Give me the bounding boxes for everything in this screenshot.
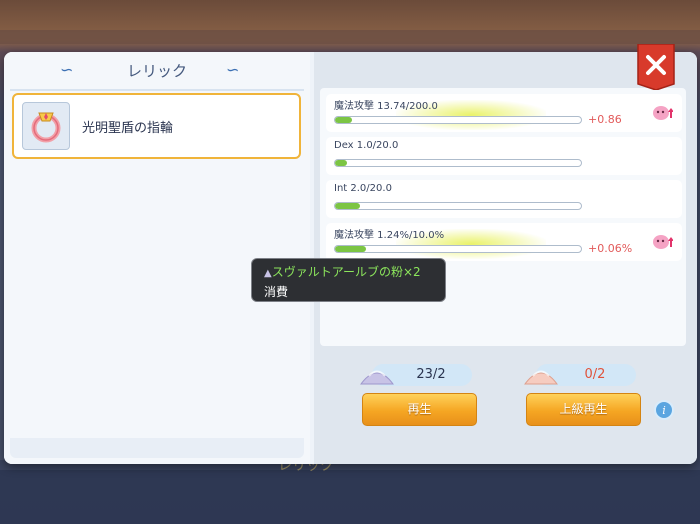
- tooltip-item-name: スヴァルトアールブの粉×2: [271, 265, 421, 279]
- stat-progress-fill: [335, 203, 360, 209]
- tooltip-action: 消費: [264, 285, 289, 299]
- stat-row: 魔法攻撃 13.74/200.0 +0.86: [326, 94, 682, 132]
- stat-progress-fill: [335, 160, 348, 166]
- stat-progress-bar: [334, 116, 582, 124]
- panel-header: ∽ レリック ∽: [4, 52, 310, 88]
- currency-pink: 0/2: [522, 364, 636, 386]
- header-divider: [10, 89, 304, 91]
- currency-blue: 23/2: [358, 364, 472, 386]
- stat-progress-fill: [335, 246, 366, 252]
- powder-icon: ▲: [264, 268, 272, 279]
- list-footer: [10, 438, 304, 458]
- regen-button[interactable]: 再生: [362, 393, 477, 426]
- currency-value: 0/2: [584, 367, 606, 382]
- stat-delta: +0.86: [588, 113, 622, 126]
- relic-name: 光明聖盾の指輪: [82, 121, 174, 136]
- item-tooltip: ▲スヴァルトアールブの粉×2 消費: [251, 258, 446, 302]
- currency-value: 23/2: [416, 367, 446, 382]
- upgrade-icon: [653, 106, 673, 120]
- stat-label: Dex 1.0/20.0: [334, 140, 399, 151]
- panel-title: レリック: [126, 62, 187, 80]
- advanced-regen-button[interactable]: 上級再生: [526, 393, 641, 426]
- relic-list-item[interactable]: 光明聖盾の指輪: [12, 93, 301, 159]
- stat-row: 魔法攻撃 1.24%/10.0% +0.06%: [326, 223, 682, 261]
- stat-label: 魔法攻撃 13.74/200.0: [334, 101, 438, 112]
- close-button[interactable]: [636, 44, 676, 90]
- roof-beam: [0, 30, 700, 44]
- stat-progress-bar: [334, 202, 582, 210]
- tooltip-item-line: ▲スヴァルトアールブの粉×2: [264, 263, 421, 280]
- ornament-right-icon: ∽: [226, 60, 240, 79]
- stat-delta: +0.06%: [588, 242, 633, 255]
- stat-label: Int 2.0/20.0: [334, 183, 392, 194]
- pink-powder-icon: [524, 370, 558, 385]
- stat-row: Dex 1.0/20.0: [326, 137, 682, 175]
- stat-progress-fill: [335, 117, 352, 123]
- ring-icon: [22, 102, 70, 150]
- upgrade-icon: [653, 235, 673, 249]
- stat-row: Int 2.0/20.0: [326, 180, 682, 218]
- info-icon[interactable]: i: [654, 400, 674, 420]
- stats-list: 魔法攻撃 13.74/200.0 +0.86 Dex 1.0/20.0 Int …: [320, 88, 686, 346]
- floor-tile: [0, 470, 700, 524]
- stat-label: 魔法攻撃 1.24%/10.0%: [334, 230, 445, 241]
- stat-progress-bar: [334, 159, 582, 167]
- stat-progress-bar: [334, 245, 582, 253]
- blue-powder-icon: [360, 370, 394, 385]
